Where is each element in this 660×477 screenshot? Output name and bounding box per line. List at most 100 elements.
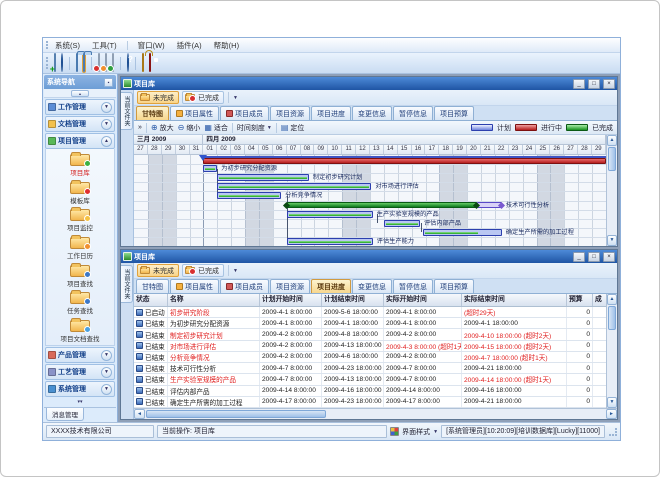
message-icon-button[interactable] bbox=[111, 53, 115, 73]
table-row[interactable]: 已结束确定生产所需的加工过程2009-4-17 8:00:002009-4-23… bbox=[134, 397, 606, 408]
chevron-down-icon[interactable]: ▼ bbox=[101, 367, 112, 378]
locate-button[interactable]: ▤定位 bbox=[281, 123, 305, 133]
current-folder-vertical-tab[interactable]: 当前文件夹 bbox=[121, 265, 133, 303]
gantt-bar-task[interactable] bbox=[287, 211, 373, 218]
column-header-5[interactable]: 实际结束时间 bbox=[462, 294, 567, 306]
tab-progress[interactable]: 项目进度 bbox=[311, 279, 351, 293]
minimize-button[interactable]: _ bbox=[573, 79, 585, 89]
exit-icon-button[interactable] bbox=[148, 53, 152, 73]
chevron-down-icon[interactable]: ▼ bbox=[101, 350, 112, 361]
close-button[interactable]: × bbox=[603, 252, 615, 262]
sidebar-item-template-library[interactable]: 模板库 bbox=[46, 180, 114, 208]
gantt-bar-task[interactable] bbox=[384, 220, 420, 227]
chevron-down-icon[interactable]: ▼ bbox=[101, 102, 112, 113]
column-header-1[interactable]: 名称 bbox=[168, 294, 260, 306]
tab-gantt[interactable]: 甘特图 bbox=[136, 279, 169, 293]
table-row[interactable]: 已启动初步研究阶段2009-4-1 8:00:002009-5-6 18:00:… bbox=[134, 307, 606, 318]
sidebar-item-project-search[interactable]: 项目查找 bbox=[46, 262, 114, 290]
restore-button[interactable]: □ bbox=[588, 252, 600, 262]
table-row[interactable]: 已结束评估内部产品2009-4-14 8:00:002009-4-16 18:0… bbox=[134, 386, 606, 397]
column-header-6[interactable]: 预算 bbox=[567, 294, 593, 306]
scrollbar-thumb[interactable] bbox=[608, 147, 616, 171]
folder-open-icon-button[interactable] bbox=[75, 53, 79, 73]
interface-style-icon[interactable] bbox=[390, 427, 399, 436]
scroll-down-icon[interactable]: ▼ bbox=[607, 397, 617, 408]
lock-icon-button[interactable] bbox=[141, 53, 145, 73]
gantt-bar-inprogress[interactable] bbox=[203, 158, 606, 164]
chevron-up-icon[interactable]: ▲ bbox=[101, 136, 112, 147]
tab-pauses[interactable]: 暂停信息 bbox=[393, 279, 433, 293]
table-row[interactable]: 已结束制定初步研究计划2009-4-2 8:00:002009-4-8 18:0… bbox=[134, 329, 606, 340]
fit-button[interactable]: ▦适合 bbox=[204, 123, 228, 133]
menu-item-plugins[interactable]: 插件(A) bbox=[175, 40, 204, 51]
table-row[interactable]: 已结束分析竞争情况2009-4-2 8:00:002009-4-6 18:00:… bbox=[134, 352, 606, 363]
column-header-7[interactable]: 成 bbox=[593, 294, 607, 306]
tab-properties[interactable]: 项目属性 bbox=[170, 106, 219, 120]
menu-item-system[interactable]: 系统(S) bbox=[53, 40, 82, 51]
table-row[interactable]: 已结束生产实验室规模的产品2009-4-7 8:00:002009-4-13 1… bbox=[134, 374, 606, 385]
gantt-bar-task[interactable] bbox=[287, 238, 373, 245]
unfinished-filter-button[interactable]: 未完成 bbox=[137, 91, 179, 104]
tab-members[interactable]: 项目成员 bbox=[220, 279, 269, 293]
sidebar-group-work-management[interactable]: 工作管理▼ bbox=[45, 99, 115, 115]
window-title-bar[interactable]: 项目库 _ □ × bbox=[121, 250, 617, 263]
interface-style-label[interactable]: 界面样式 bbox=[402, 427, 430, 437]
minimize-button[interactable]: _ bbox=[573, 252, 585, 262]
sidebar-group-project-management[interactable]: 项目管理▲ bbox=[45, 133, 115, 149]
current-folder-vertical-tab[interactable]: 当前文件夹 bbox=[121, 92, 133, 130]
sidebar-group-process-management[interactable]: 工艺管理▼ bbox=[45, 364, 115, 380]
scroll-right-icon[interactable]: ► bbox=[606, 409, 617, 419]
column-header-3[interactable]: 计划结束时间 bbox=[322, 294, 384, 306]
zoom-out-button[interactable]: ⊖缩小 bbox=[178, 123, 201, 133]
window-title-bar[interactable]: 项目库 _ □ × bbox=[121, 77, 617, 90]
timescale-dropdown[interactable]: 时间刻度▼ bbox=[237, 123, 272, 133]
sidebar-group-product-management[interactable]: 产品管理▼ bbox=[45, 347, 115, 363]
tab-progress[interactable]: 项目进度 bbox=[311, 106, 351, 120]
sidebar-item-task-search[interactable]: 任务查找 bbox=[46, 290, 114, 318]
tab-message-management[interactable]: 消息管理 bbox=[46, 408, 84, 421]
gantt-bar-task[interactable] bbox=[217, 174, 309, 181]
sidebar-overflow-strip[interactable]: ▾▾ bbox=[44, 397, 116, 407]
table-vertical-scrollbar[interactable]: ▲ ▼ bbox=[606, 294, 617, 408]
sidebar-group-system-management[interactable]: 系统管理▼ bbox=[45, 381, 115, 397]
sidebar-group-document-management[interactable]: 文档管理▼ bbox=[45, 116, 115, 132]
column-header-4[interactable]: 实际开始时间 bbox=[384, 294, 462, 306]
menu-item-window[interactable]: 窗口(W) bbox=[136, 40, 167, 51]
finished-filter-button[interactable]: 已完成 bbox=[182, 264, 224, 277]
tab-members[interactable]: 项目成员 bbox=[220, 106, 269, 120]
tab-properties[interactable]: 项目属性 bbox=[170, 279, 219, 293]
tab-resources[interactable]: 项目资源 bbox=[270, 106, 310, 120]
column-header-0[interactable]: 状态 bbox=[134, 294, 168, 306]
finished-filter-button[interactable]: 已完成 bbox=[182, 91, 224, 104]
tab-changes[interactable]: 变更信息 bbox=[352, 279, 392, 293]
restore-button[interactable]: □ bbox=[588, 79, 600, 89]
help-icon-button[interactable] bbox=[126, 53, 130, 73]
filter-more-dropdown[interactable]: ▼ bbox=[233, 95, 238, 101]
table-row[interactable]: 已结束为初步研究分配资源2009-4-1 8:00:002009-4-1 18:… bbox=[134, 318, 606, 329]
zoom-in-button[interactable]: ⊕放大 bbox=[151, 123, 174, 133]
gantt-vertical-scrollbar[interactable]: ▲ ▼ bbox=[606, 135, 617, 246]
filter-more-dropdown[interactable]: ▼ bbox=[233, 268, 238, 274]
menu-item-tools[interactable]: 工具(T) bbox=[90, 40, 119, 51]
unfinished-filter-button[interactable]: 未完成 bbox=[137, 264, 179, 277]
scrollbar-thumb[interactable] bbox=[608, 306, 616, 330]
sidebar-item-project-library[interactable]: 项目库 bbox=[46, 152, 114, 180]
web-icon-button[interactable] bbox=[60, 53, 64, 73]
gantt-bar-task[interactable] bbox=[423, 229, 502, 236]
gantt-bar-task[interactable] bbox=[203, 165, 217, 172]
column-header-2[interactable]: 计划开始时间 bbox=[260, 294, 322, 306]
sidebar-item-project-monitor[interactable]: 项目监控 bbox=[46, 207, 114, 235]
collapse-button[interactable]: ▴ bbox=[71, 90, 89, 97]
tab-budget[interactable]: 项目预算 bbox=[434, 279, 474, 293]
tab-changes[interactable]: 变更信息 bbox=[352, 106, 392, 120]
scrollbar-thumb[interactable] bbox=[146, 410, 326, 418]
gantt-bar-task[interactable] bbox=[217, 192, 281, 199]
toolbar-overflow-chevron[interactable]: » bbox=[138, 124, 142, 131]
chevron-down-icon[interactable]: ▼ bbox=[101, 119, 112, 130]
pin-icon[interactable]: ▪ bbox=[104, 78, 113, 87]
table-row[interactable]: 已结束技术可行性分析2009-4-7 8:00:002009-4-23 18:0… bbox=[134, 363, 606, 374]
gantt-bar-summary[interactable] bbox=[287, 202, 477, 208]
chevron-down-icon[interactable]: ▼ bbox=[101, 384, 112, 395]
tab-resources[interactable]: 项目资源 bbox=[270, 279, 310, 293]
table-horizontal-scrollbar[interactable]: ◄ ► bbox=[134, 408, 617, 419]
